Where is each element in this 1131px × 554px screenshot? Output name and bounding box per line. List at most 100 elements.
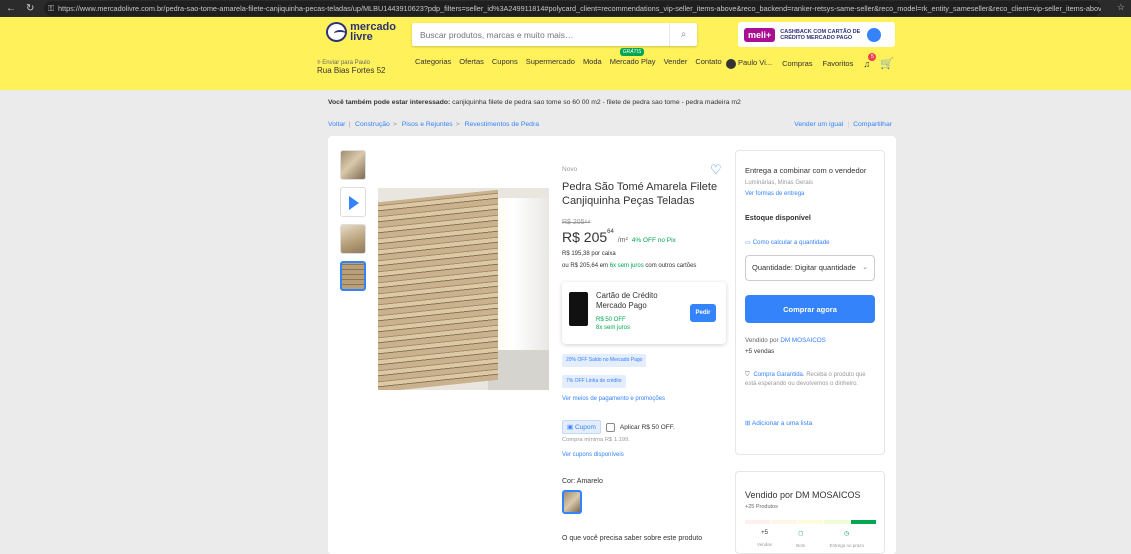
old-price: R$ 205⁶⁴ xyxy=(562,219,591,226)
nav-favoritos[interactable]: Favoritos xyxy=(823,59,854,68)
coupon-row: ▣ Cupom Aplicar R$ 50 OFF. xyxy=(562,420,675,434)
sell-same-link[interactable]: Vender um igual xyxy=(794,121,843,128)
cashback-text: CASHBACK COM CARTÃO DE CRÉDITO MERCADO P… xyxy=(780,28,861,41)
coupon-badge: ▣ Cupom xyxy=(562,420,601,434)
color-label: Cor: Amarelo xyxy=(562,478,603,485)
related-searches-links[interactable]: canjiquinha filete de pedra sao tome so … xyxy=(450,99,741,106)
seller-sales: +5 vendas xyxy=(745,348,775,355)
promo-tag-balance: 20% OFF Saldo no Mercado Pago xyxy=(562,354,647,367)
mercadolivre-logo[interactable]: mercado livre xyxy=(326,20,396,44)
share-links: Vender um igual | Compartilhar xyxy=(794,121,892,128)
thumbnail-video[interactable] xyxy=(340,187,366,217)
list-icon: ⊞ xyxy=(745,420,752,427)
stock-status: Estoque disponível xyxy=(745,213,811,222)
apply-coupon-checkbox[interactable] xyxy=(605,422,615,432)
chat-icon: ◻ xyxy=(798,531,804,537)
buy-now-button[interactable]: Comprar agora xyxy=(745,295,875,323)
payment-methods-link[interactable]: Ver meios de pagamento e promoções xyxy=(562,396,665,402)
apply-coupon-label[interactable]: Aplicar R$ 50 OFF. xyxy=(620,424,675,431)
coupon-icon: ▣ xyxy=(567,424,575,431)
browser-star-icon[interactable]: ☆ xyxy=(1117,2,1125,13)
breadcrumb: Voltar | Construção > Pisos e Rejuntes > Re… xyxy=(328,121,540,128)
related-searches: Você também pode estar interessado: canj… xyxy=(328,99,741,106)
nav-vender[interactable]: Vender xyxy=(664,57,688,66)
product-image[interactable] xyxy=(378,188,549,390)
product-info-heading: O que você precisa saber sobre este prod… xyxy=(562,535,703,542)
back-link[interactable]: Voltar xyxy=(328,121,345,128)
metric-delivery: ◷ Entrega no prazo xyxy=(829,531,864,548)
credit-card-offer: Cartão de Crédito Mercado Pago R$ 50 OFF… xyxy=(562,282,726,344)
seller-info: Vendido por DM MOSAICOS xyxy=(745,337,826,344)
stone-wall-image xyxy=(378,189,498,390)
nav-cupons[interactable]: Cupons xyxy=(492,57,518,66)
nav-supermercado[interactable]: Supermercado xyxy=(526,57,575,66)
pix-discount: 4% OFF no Pix xyxy=(631,237,676,244)
back-arrow-icon[interactable]: ← xyxy=(6,3,16,14)
price-per-box: R$ 195,38 por caixa xyxy=(562,251,616,257)
nav-compras[interactable]: Compras xyxy=(782,59,812,68)
thumbnail-1[interactable] xyxy=(340,150,366,180)
shipping-location: Luminárias, Minas Gerais xyxy=(745,180,814,186)
nav-categorias[interactable]: Categorias xyxy=(415,57,451,66)
avatar xyxy=(726,58,736,69)
thermo-level-2 xyxy=(771,520,797,524)
heart-icon[interactable]: ♡ xyxy=(710,162,722,178)
breadcrumb-item[interactable]: Revestimentos de Pedra xyxy=(465,121,539,128)
nav-mercado-play[interactable]: GRÁTIS Mercado Play xyxy=(610,48,656,66)
notification-count: 5 xyxy=(868,52,877,61)
price-unit: /m² xyxy=(617,237,628,244)
thermo-level-5 xyxy=(850,520,877,524)
chevron-down-icon: ⌄ xyxy=(862,264,868,271)
search-input[interactable] xyxy=(412,23,662,46)
browser-nav: ← ↻ xyxy=(0,3,44,14)
credit-card-name: Cartão de Crédito Mercado Pago xyxy=(596,291,658,310)
quantity-select[interactable]: Quantidade: Digitar quantidade ⌄ xyxy=(745,255,875,281)
add-to-list-link[interactable]: ⊞ Adicionar a uma lista xyxy=(745,419,812,427)
user-nav: Paulo Vi... Compras Favoritos ♫ 5 🛒 xyxy=(726,52,894,70)
cart-icon[interactable]: 🛒 xyxy=(880,57,894,70)
nav-contato[interactable]: Contato xyxy=(695,57,721,66)
thumbnail-4-selected[interactable] xyxy=(340,261,366,291)
category-nav: Categorias Ofertas Cupons Supermercado M… xyxy=(415,48,722,66)
thumbnail-3[interactable] xyxy=(340,224,366,254)
shipping-options-link[interactable]: Ver formas de entrega xyxy=(745,191,804,197)
product-condition: Novo xyxy=(562,166,578,173)
lock-icon: ⚿ xyxy=(48,4,55,13)
delivery-location[interactable]: ⌾ Enviar para Paulo Rua Bias Fortes 52 xyxy=(317,60,386,75)
guarantee-link[interactable]: Compra Garantida. xyxy=(754,372,805,378)
meli-plus-banner[interactable]: meli+ CASHBACK COM CARTÃO DE CRÉDITO MER… xyxy=(738,22,895,47)
address-bar[interactable]: ⚿ https://www.mercadolivre.com.br/pedra-… xyxy=(44,1,1101,16)
seller-products: +25 Produtos xyxy=(745,504,778,510)
play-icon xyxy=(349,196,359,210)
breadcrumb-item[interactable]: Pisos e Rejuntes xyxy=(402,121,453,128)
search-icon[interactable]: ⌕ xyxy=(669,23,697,46)
nav-ofertas[interactable]: Ofertas xyxy=(459,57,484,66)
thermo-level-1 xyxy=(745,520,771,524)
thumbnail-list xyxy=(340,150,366,291)
promo-tag-credit: 7% OFF Linha de crédito xyxy=(562,375,626,388)
purchase-guarantee: ⛉ Compra Garantida. Receba o produto que … xyxy=(745,372,866,387)
search-bar: ⌕ xyxy=(412,23,697,46)
browser-toolbar: ← ↻ ⚿ https://www.mercadolivre.com.br/pe… xyxy=(0,0,1131,17)
seller-link[interactable]: DM MOSAICOS xyxy=(780,337,825,344)
nav-moda[interactable]: Moda xyxy=(583,57,602,66)
view-coupons-link[interactable]: Ver cupons disponíveis xyxy=(562,452,624,458)
reputation-thermometer xyxy=(745,520,877,524)
reload-icon[interactable]: ↻ xyxy=(26,3,34,14)
calc-quantity-link[interactable]: ▭ Como calcular a quantidade xyxy=(745,239,830,246)
thermo-level-3 xyxy=(797,520,824,524)
user-menu[interactable]: Paulo Vi... xyxy=(726,58,772,69)
free-badge: GRÁTIS xyxy=(619,48,645,56)
share-link[interactable]: Compartilhar xyxy=(853,121,892,128)
metric-service: ◻ Bom xyxy=(796,531,806,548)
coupon-minimum: Compra mínima R$ 1.199. xyxy=(562,437,630,443)
calculator-icon: ▭ xyxy=(745,239,753,246)
location-address: Rua Bias Fortes 52 xyxy=(317,66,386,75)
thermo-level-4 xyxy=(824,520,850,524)
handshake-icon xyxy=(326,22,348,42)
bell-icon[interactable]: ♫ 5 xyxy=(863,52,877,69)
credit-card-image xyxy=(569,292,588,326)
request-card-button[interactable]: Pedir xyxy=(690,304,716,322)
breadcrumb-item[interactable]: Construção xyxy=(355,121,390,128)
color-swatch-amarelo[interactable] xyxy=(562,490,582,514)
